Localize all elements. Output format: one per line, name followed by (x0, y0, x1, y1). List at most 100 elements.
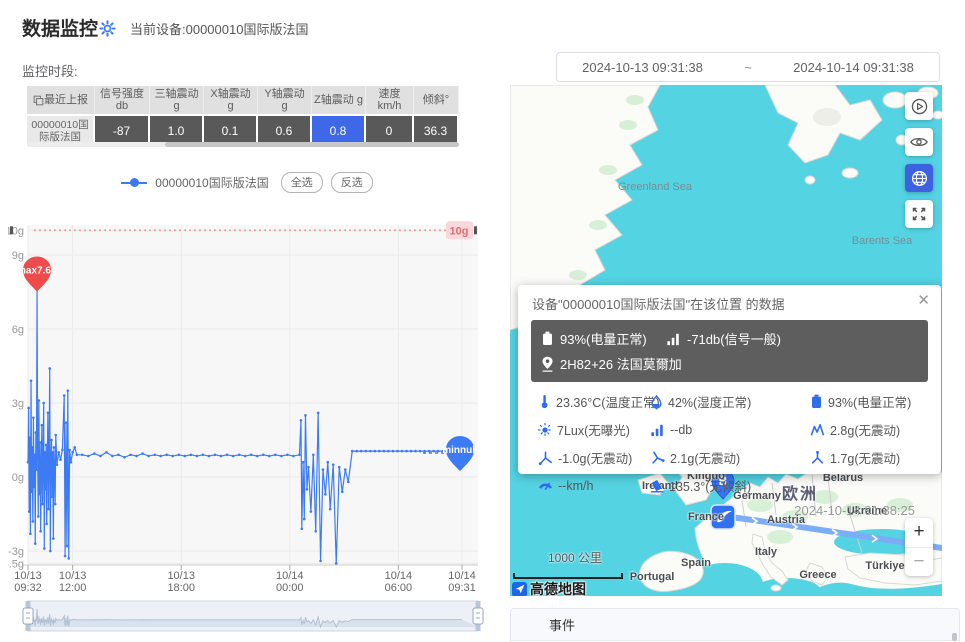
table-header-4: Y轴震动 g (258, 86, 312, 114)
play-icon (911, 98, 928, 115)
chart-legend: 00000010国际版法国 全选 反选 (8, 172, 486, 193)
select-all-button[interactable]: 全选 (281, 172, 323, 193)
x-axis-label: 10/1318:00 (167, 570, 195, 594)
map-label-14: Türkiye (865, 560, 904, 572)
table-header-2: 三轴震动 g (150, 86, 204, 114)
x-axis-label: 10/1309:32 (14, 570, 42, 594)
page: 数据监控 当前设备:00000010国际版法国 监控时段: 最近上报000000… (0, 0, 965, 642)
table-header-5: Z轴震动 g (312, 86, 366, 114)
popup-metric: 2.8g(无震动) (810, 420, 941, 439)
invert-select-button[interactable]: 反选 (331, 172, 373, 193)
events-panel: 事件 (510, 608, 960, 642)
map-control-expand-button[interactable] (905, 200, 933, 228)
popup-metric: -1.0g(无震动) (538, 448, 650, 467)
x-axis-label: 10/1400:00 (276, 570, 304, 594)
popup-location: 2H82+26 法国莫爾加 (541, 354, 682, 373)
device-location-popup: ✕ 设备"00000010国际版法国"在该位置 的数据 93%(电量正常)-71… (518, 285, 941, 474)
table-header-7: 倾斜° (414, 86, 459, 114)
signal-icon (666, 332, 681, 346)
threshold-badge: 10g (450, 225, 469, 237)
amap-logo[interactable]: 高德地图 (512, 579, 586, 596)
z-axis-vibration-icon (810, 451, 825, 465)
map-label-13: Greece (799, 569, 836, 581)
popup-summary-box: 93%(电量正常)-71db(信号一般) 2H82+26 法国莫爾加 (531, 320, 928, 382)
map-control-globe-button[interactable] (905, 164, 933, 192)
signal-icon (650, 423, 665, 437)
map-control-eye-button[interactable] (905, 128, 933, 156)
map-label-1: Barents Sea (852, 235, 913, 247)
min-markpoint-label: minnull (442, 445, 478, 456)
location-pin-icon (541, 356, 554, 372)
legend-series-label[interactable]: 00000010国际版法国 (155, 174, 268, 191)
map-zoom-control: + − (905, 518, 933, 576)
popup-metric: 7Lux(无曝光) (538, 420, 650, 439)
x-axis-label: 10/1312:00 (59, 570, 87, 594)
y-axis-label: 6g (12, 324, 24, 336)
max-markpoint-label: max7.6g (17, 266, 57, 277)
thermometer-icon (538, 394, 551, 409)
popup-summary-item: -71db(信号一般) (666, 329, 781, 348)
speed-icon (538, 479, 553, 492)
y-axis-label: -3g (8, 546, 24, 558)
x-axis-vibration-icon (538, 451, 553, 465)
expand-icon (911, 206, 927, 222)
table-hscrollbar-thumb[interactable] (165, 142, 459, 147)
copy-icon (33, 95, 44, 106)
popup-title: 设备"00000010国际版法国"在该位置 的数据 (518, 285, 941, 313)
date-range-end[interactable]: 2024-10-14 09:31:38 (768, 60, 939, 75)
table-header-0: 最近上报 (27, 86, 95, 114)
y-axis-label: 3g (12, 398, 24, 410)
battery-icon (541, 331, 554, 346)
battery-icon (810, 394, 823, 409)
popup-metric: 1.7g(无震动) (810, 448, 941, 467)
popup-metric: 2.1g(无震动) (650, 448, 810, 467)
map-canvas[interactable]: B Greenland SeaBarents SeaIrelandKingdoG… (510, 85, 942, 596)
date-range-picker[interactable]: 2024-10-13 09:31:38 ~ 2024-10-14 09:31:3… (556, 52, 940, 82)
zoom-in-button[interactable]: + (905, 518, 933, 548)
settings-gear-icon[interactable] (99, 20, 116, 37)
vibration-icon (810, 423, 825, 437)
page-title: 数据监控 (22, 14, 98, 41)
tilt-icon (650, 479, 664, 493)
map-control-play-button[interactable] (905, 92, 933, 120)
x-axis-label: 10/1406:00 (385, 570, 413, 594)
eye-icon (910, 135, 928, 149)
amap-logo-icon (512, 582, 527, 597)
y-axis-label: -3.5g (8, 558, 24, 570)
popup-metrics-grid: 23.36°C(温度正常)42%(湿度正常)93%(电量正常)7Lux(无曝光)… (538, 392, 941, 495)
map-label-11: Spain (681, 557, 711, 569)
y-axis-label: 0g (12, 472, 24, 484)
amap-logo-text: 高德地图 (530, 579, 586, 596)
vibration-line-chart[interactable]: 10g 9g 6g 3g 0g -3g-3.5g10/1309:32 10/1312:00 1… (8, 213, 486, 638)
legend-line-icon[interactable] (121, 182, 147, 184)
table-hscrollbar[interactable] (27, 142, 459, 147)
datazoom-handle-left[interactable] (23, 608, 33, 624)
popup-metric: --km/h (538, 476, 650, 495)
map-label-0: Greenland Sea (618, 181, 692, 193)
zoom-out-button[interactable]: − (905, 548, 933, 577)
popup-close-icon[interactable]: ✕ (917, 291, 930, 309)
date-range-start[interactable]: 2024-10-13 09:31:38 (557, 60, 728, 75)
humidity-icon (650, 395, 663, 409)
popup-metric: 93%(电量正常) (810, 392, 941, 411)
map-label-12: Portugal (630, 571, 675, 583)
events-scrollbar-thumb[interactable] (952, 633, 957, 641)
popup-metric: --db (650, 420, 810, 439)
globe-icon (911, 170, 928, 187)
y-axis-label: 9g (12, 250, 24, 262)
popup-summary-item: 93%(电量正常) (541, 329, 666, 348)
map-scale-label: 1000 公里 (548, 549, 602, 566)
date-range-separator: ~ (728, 60, 768, 75)
light-icon (538, 423, 552, 437)
popup-metric: 135.3°(无倾斜) (650, 476, 810, 495)
table-header-6: 速度 km/h (366, 86, 414, 114)
datazoom-handle-right[interactable] (473, 608, 483, 624)
popup-timestamp: 2024-10-14 01:38:25 (518, 503, 915, 518)
current-device-label: 当前设备:00000010国际版法国 (130, 19, 308, 38)
monitor-period-label: 监控时段: (22, 61, 78, 80)
table-header-3: X轴震动 g (204, 86, 258, 114)
device-data-table: 最近上报00000010国际版法国信号强度 db-87三轴震动 g1.0X轴震动… (27, 86, 459, 146)
map-label-10: Italy (755, 546, 777, 558)
y-axis-vibration-icon (650, 451, 665, 465)
popup-metric: 42%(湿度正常) (650, 392, 810, 411)
